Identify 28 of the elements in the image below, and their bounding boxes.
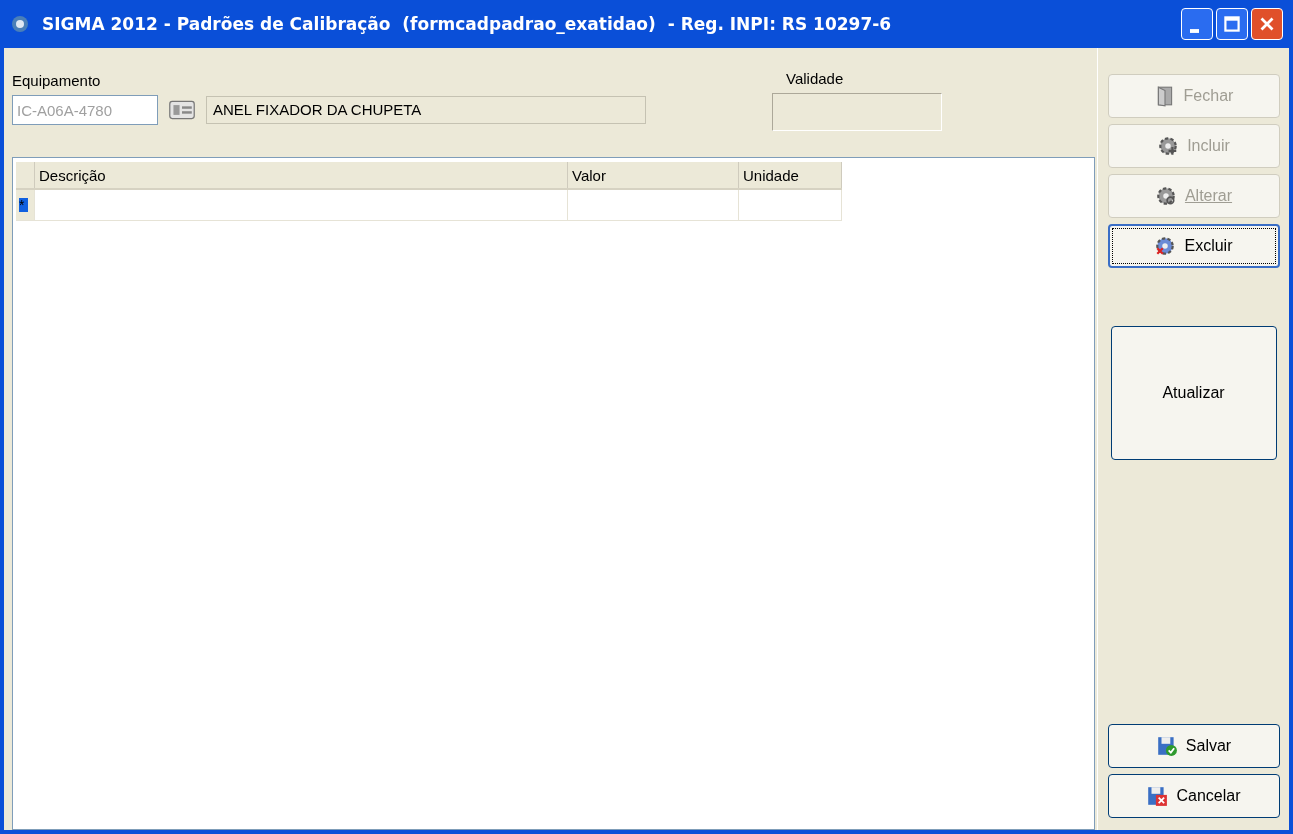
column-header[interactable]: Unidade	[738, 162, 842, 189]
validity-field[interactable]	[772, 93, 942, 131]
column-header[interactable]: Descrição	[34, 162, 568, 189]
window-title: SIGMA 2012 - Padrões de Calibração (formcadpadrao_exatidao) - Reg. INPI: RS 10297-6	[42, 14, 893, 34]
close-button[interactable]	[1251, 8, 1283, 40]
table-cell[interactable]	[34, 189, 568, 221]
gear-icon	[1157, 135, 1180, 157]
minimize-icon	[1190, 29, 1199, 33]
maximize-button[interactable]	[1216, 8, 1248, 40]
action-button[interactable]: Cancelar	[1107, 774, 1280, 818]
gear-icon	[1154, 185, 1177, 207]
table-cell[interactable]	[738, 189, 842, 221]
equipment-description-field: ANEL FIXADOR DA CHUPETA	[206, 96, 646, 124]
save-icon	[1155, 735, 1178, 757]
gear-delete-icon	[1154, 235, 1177, 257]
card-icon[interactable]	[168, 99, 196, 121]
minimize-button[interactable]	[1181, 8, 1213, 40]
new-row-marker: *	[19, 198, 28, 212]
field-label: Validade	[786, 70, 845, 87]
action-button[interactable]: Salvar	[1107, 724, 1280, 768]
field-label: Equipamento	[12, 72, 102, 89]
cancel-icon	[1146, 785, 1169, 807]
table-cell[interactable]	[567, 189, 739, 221]
app-gear-icon	[10, 14, 30, 34]
maximize-icon	[1221, 13, 1243, 35]
column-header[interactable]: Valor	[567, 162, 739, 189]
refresh-button[interactable]: Atualizar	[1110, 326, 1277, 460]
action-button[interactable]: Excluir	[1107, 224, 1280, 268]
